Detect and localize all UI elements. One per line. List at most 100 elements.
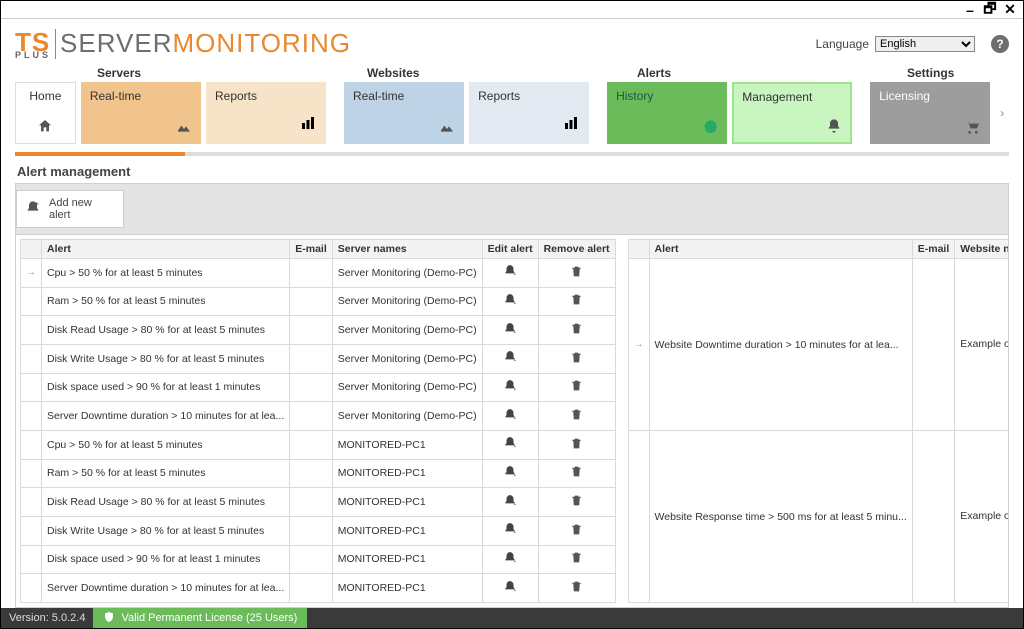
row-indicator bbox=[21, 459, 42, 488]
window-minimize-button[interactable]: – bbox=[963, 3, 977, 17]
table-row[interactable]: Server Downtime duration > 10 minutes fo… bbox=[21, 402, 616, 431]
status-license[interactable]: Valid Permanent License (25 Users) bbox=[93, 608, 307, 628]
row-indicator bbox=[21, 545, 42, 574]
remove-alert-button[interactable] bbox=[538, 459, 615, 488]
remove-alert-button[interactable] bbox=[538, 430, 615, 459]
nav-websites-realtime-label: Real-time bbox=[353, 89, 455, 103]
edit-alert-button[interactable] bbox=[482, 344, 538, 373]
remove-alert-button[interactable] bbox=[538, 545, 615, 574]
table-row[interactable]: Disk Write Usage > 80 % for at least 5 m… bbox=[21, 344, 616, 373]
remove-alert-button[interactable] bbox=[538, 574, 615, 603]
col-website-names[interactable]: Website names bbox=[955, 240, 1009, 259]
col-email[interactable]: E-mail bbox=[290, 240, 333, 259]
table-row[interactable]: Ram > 50 % for at least 5 minutesServer … bbox=[21, 287, 616, 316]
nav-scroll-right[interactable]: › bbox=[995, 82, 1009, 144]
window-restore-button[interactable]: 🗗 bbox=[983, 3, 997, 17]
nav-websites-reports[interactable]: Reports bbox=[469, 82, 589, 144]
table-row[interactable]: Server Downtime duration > 10 minutes fo… bbox=[21, 574, 616, 603]
page-title: Alert management bbox=[17, 164, 1009, 179]
edit-alert-button[interactable] bbox=[482, 574, 538, 603]
table-row[interactable]: Cpu > 50 % for at least 5 minutesMONITOR… bbox=[21, 430, 616, 459]
names-cell: MONITORED-PC1 bbox=[332, 488, 482, 517]
email-cell bbox=[290, 287, 333, 316]
language-select[interactable]: English bbox=[875, 36, 975, 52]
row-indicator bbox=[21, 402, 42, 431]
col-alert[interactable]: Alert bbox=[42, 240, 290, 259]
row-indicator bbox=[21, 287, 42, 316]
remove-alert-button[interactable] bbox=[538, 316, 615, 345]
group-label-settings: Settings bbox=[907, 66, 1007, 80]
nav-websites-realtime[interactable]: Real-time bbox=[344, 82, 464, 144]
table-row[interactable]: Disk space used > 90 % for at least 1 mi… bbox=[21, 373, 616, 402]
remove-alert-button[interactable] bbox=[538, 287, 615, 316]
table-row[interactable]: Disk space used > 90 % for at least 1 mi… bbox=[21, 545, 616, 574]
server-alerts-table: Alert E-mail Server names Edit alert Rem… bbox=[20, 239, 616, 603]
alert-cell: Disk Read Usage > 80 % for at least 5 mi… bbox=[42, 488, 290, 517]
table-row[interactable]: →Cpu > 50 % for at least 5 minutesServer… bbox=[21, 259, 616, 288]
nav-home[interactable]: Home bbox=[15, 82, 76, 144]
edit-alert-button[interactable] bbox=[482, 430, 538, 459]
email-cell bbox=[290, 488, 333, 517]
col-alert[interactable]: Alert bbox=[649, 240, 912, 259]
logo-server-text: SERVER bbox=[60, 28, 172, 59]
email-cell bbox=[290, 316, 333, 345]
add-alert-button[interactable]: + Add new alert bbox=[16, 190, 124, 228]
nav-servers-reports[interactable]: Reports bbox=[206, 82, 326, 144]
names-cell: Example of working website bbox=[955, 431, 1009, 603]
edit-alert-button[interactable] bbox=[482, 545, 538, 574]
home-icon bbox=[37, 114, 53, 137]
row-indicator bbox=[21, 488, 42, 517]
col-server-names[interactable]: Server names bbox=[332, 240, 482, 259]
edit-alert-button[interactable] bbox=[482, 259, 538, 288]
group-label-alerts: Alerts bbox=[637, 66, 893, 80]
website-alerts-table: Alert E-mail Website names Edit alert Re… bbox=[628, 239, 1009, 603]
group-label-websites: Websites bbox=[367, 66, 623, 80]
nav-servers-realtime-label: Real-time bbox=[90, 89, 192, 103]
realtime-icon bbox=[439, 116, 455, 137]
names-cell: Server Monitoring (Demo-PC) bbox=[332, 402, 482, 431]
table-row[interactable]: Disk Read Usage > 80 % for at least 5 mi… bbox=[21, 316, 616, 345]
edit-alert-button[interactable] bbox=[482, 316, 538, 345]
col-edit[interactable]: Edit alert bbox=[482, 240, 538, 259]
col-email[interactable]: E-mail bbox=[912, 240, 955, 259]
table-row[interactable]: Ram > 50 % for at least 5 minutes MONITOR… bbox=[21, 459, 616, 488]
add-alert-label: Add new alert bbox=[49, 197, 115, 221]
remove-alert-button[interactable] bbox=[538, 488, 615, 517]
col-remove[interactable]: Remove alert bbox=[538, 240, 615, 259]
edit-alert-button[interactable] bbox=[482, 287, 538, 316]
nav-servers-realtime[interactable]: Real-time bbox=[81, 82, 201, 144]
remove-alert-button[interactable] bbox=[538, 344, 615, 373]
nav-settings-licensing[interactable]: Licensing bbox=[870, 82, 990, 144]
nav-websites-reports-label: Reports bbox=[478, 89, 580, 103]
nav-alerts-history[interactable]: History bbox=[607, 82, 727, 144]
nav-alerts-management[interactable]: Management bbox=[732, 82, 852, 144]
help-button[interactable]: ? bbox=[991, 35, 1009, 53]
names-cell: Server Monitoring (Demo-PC) bbox=[332, 373, 482, 402]
remove-alert-button[interactable] bbox=[538, 516, 615, 545]
table-row[interactable]: Disk Read Usage > 80 % for at least 5 mi… bbox=[21, 488, 616, 517]
names-cell: MONITORED-PC1 bbox=[332, 516, 482, 545]
edit-alert-button[interactable] bbox=[482, 402, 538, 431]
email-cell bbox=[290, 259, 333, 288]
names-cell: MONITORED-PC1 bbox=[332, 545, 482, 574]
remove-alert-button[interactable] bbox=[538, 402, 615, 431]
email-cell bbox=[912, 431, 955, 603]
remove-alert-button[interactable] bbox=[538, 259, 615, 288]
edit-alert-button[interactable] bbox=[482, 516, 538, 545]
window-close-button[interactable]: ✕ bbox=[1003, 3, 1017, 17]
alert-cell: Ram > 50 % for at least 5 minutes bbox=[42, 459, 290, 488]
remove-alert-button[interactable] bbox=[538, 373, 615, 402]
edit-alert-button[interactable] bbox=[482, 373, 538, 402]
reports-icon bbox=[562, 114, 580, 137]
names-cell: Example of working website bbox=[955, 259, 1009, 431]
table-row[interactable]: Disk Write Usage > 80 % for at least 5 m… bbox=[21, 516, 616, 545]
table-row[interactable]: →Website Downtime duration > 10 minutes … bbox=[628, 259, 1009, 431]
status-version: Version: 5.0.2.4 bbox=[1, 612, 93, 624]
names-cell: MONITORED-PC1 bbox=[332, 459, 482, 488]
edit-alert-button[interactable] bbox=[482, 459, 538, 488]
reports-icon bbox=[299, 114, 317, 137]
alert-cell: Disk space used > 90 % for at least 1 mi… bbox=[42, 373, 290, 402]
table-row[interactable]: Website Response time > 500 ms for at le… bbox=[628, 431, 1009, 603]
nav-alerts-management-label: Management bbox=[742, 90, 842, 104]
edit-alert-button[interactable] bbox=[482, 488, 538, 517]
